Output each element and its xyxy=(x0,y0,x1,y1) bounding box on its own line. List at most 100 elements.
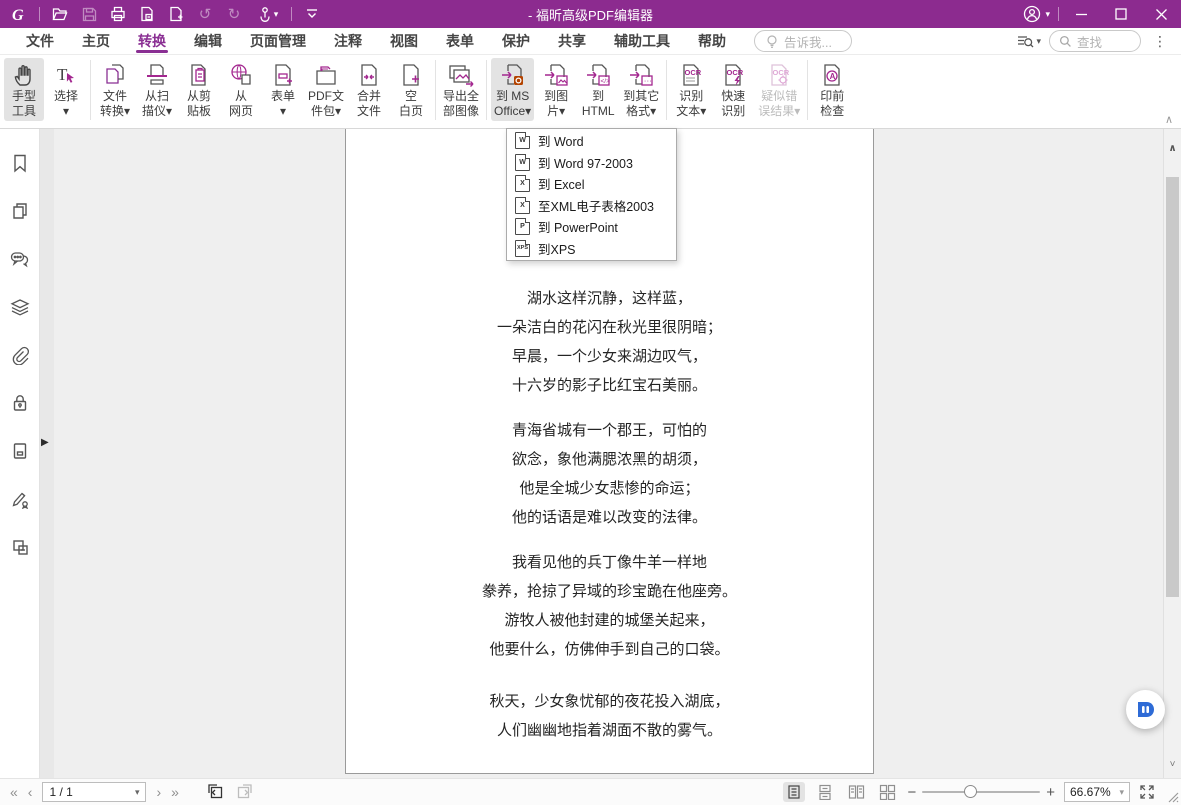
ms-office-icon xyxy=(499,61,527,89)
menu-item-to-powerpoint[interactable]: P 到 PowerPoint xyxy=(507,216,676,238)
tab-share[interactable]: 共享 xyxy=(544,28,600,54)
more-tools-button[interactable]: ⋮ xyxy=(1149,33,1171,50)
print-button[interactable] xyxy=(107,3,129,25)
tab-view[interactable]: 视图 xyxy=(376,28,432,54)
open-file-button[interactable] xyxy=(49,3,71,25)
combine-files-button[interactable]: 合并 文件 xyxy=(349,58,389,121)
zoom-in-button[interactable]: + xyxy=(1046,784,1055,801)
tab-home[interactable]: 主页 xyxy=(68,28,124,54)
file-convert-button[interactable]: 文件 转换▾ xyxy=(95,58,135,121)
customize-toolbar-button[interactable] xyxy=(301,3,323,25)
from-webpage-button[interactable]: 从 网页 xyxy=(221,58,261,121)
divider xyxy=(486,60,487,120)
quick-recognize-button[interactable]: OCR 快速 识别 xyxy=(713,58,753,121)
svg-text:OCR: OCR xyxy=(727,68,744,77)
globe-icon xyxy=(228,61,254,89)
tab-protect[interactable]: 保护 xyxy=(488,28,544,54)
preflight-button[interactable]: A 印前 检查 xyxy=(812,58,852,121)
resize-grip[interactable] xyxy=(1165,789,1179,803)
fullscreen-button[interactable] xyxy=(1139,784,1155,800)
poem-line: 欲念，象他满腮浓黑的胡须， xyxy=(346,446,873,475)
collapse-ribbon-button[interactable]: ∧ xyxy=(1165,113,1173,126)
export-all-images-button[interactable]: 导出全 部图像 xyxy=(440,58,482,121)
previous-view-button[interactable] xyxy=(207,783,225,801)
page-number-input[interactable]: 1 / 1 ▾ xyxy=(42,782,146,802)
scroll-down-arrow[interactable]: ˅ xyxy=(1164,759,1181,770)
layers-panel-button[interactable] xyxy=(7,295,33,319)
to-ms-office-button[interactable]: 到 MS Office▾ xyxy=(491,58,534,121)
tabbar-right-cluster: ▾ 查找 ⋮ xyxy=(1016,30,1181,52)
find-input[interactable]: 查找 xyxy=(1049,30,1141,52)
minimize-button[interactable] xyxy=(1061,0,1101,28)
scrollbar-thumb[interactable] xyxy=(1166,177,1179,597)
tab-organize[interactable]: 页面管理 xyxy=(236,28,320,54)
recognize-text-label: 识别 文本▾ xyxy=(676,89,706,119)
page-number-value: 1 / 1 xyxy=(49,785,72,799)
new-doc-button[interactable] xyxy=(165,3,187,25)
close-button[interactable] xyxy=(1141,0,1181,28)
to-image-button[interactable]: 到图 片▾ xyxy=(536,58,576,121)
to-other-formats-button[interactable]: ··· 到其它 格式▾ xyxy=(620,58,662,121)
form-field-icon xyxy=(10,441,30,461)
tab-form[interactable]: 表单 xyxy=(432,28,488,54)
tab-edit[interactable]: 编辑 xyxy=(180,28,236,54)
recognize-text-button[interactable]: OCR 识别 文本▾ xyxy=(671,58,711,121)
poem-line: 湖水这样沉静，这样蓝， xyxy=(346,285,873,314)
tab-file[interactable]: 文件 xyxy=(12,28,68,54)
comments-panel-button[interactable] xyxy=(7,247,33,271)
blank-page-button[interactable]: 空 白页 xyxy=(391,58,431,121)
touch-mode-button[interactable]: ▾ xyxy=(252,3,282,25)
menu-item-to-word-97-2003[interactable]: W 到 Word 97-2003 xyxy=(507,152,676,174)
ribbon: 手型 工具 T 选择 ▾ 文件 转换▾ 从扫 描仪▾ xyxy=(0,55,1181,129)
menu-item-to-xml-spreadsheet-2003[interactable]: X 至XML电子表格2003 xyxy=(507,195,676,217)
menu-item-to-xps[interactable]: XPS 到XPS xyxy=(507,238,676,260)
tell-me-input[interactable]: 告诉我... xyxy=(754,30,852,52)
next-page-button[interactable]: › xyxy=(156,784,161,800)
find-placeholder: 查找 xyxy=(1077,32,1102,51)
first-page-button[interactable]: « xyxy=(10,784,18,800)
menu-item-to-word[interactable]: W 到 Word xyxy=(507,130,676,152)
last-page-button[interactable]: » xyxy=(171,784,179,800)
bookmarks-panel-button[interactable] xyxy=(7,151,33,175)
facing-view-button[interactable] xyxy=(845,782,867,802)
vertical-scrollbar[interactable]: ∧ ˅ xyxy=(1163,129,1181,778)
continuous-view-button[interactable] xyxy=(814,782,836,802)
pages-panel-button[interactable] xyxy=(7,199,33,223)
menu-item-label: 到 Word xyxy=(538,131,584,150)
security-panel-button[interactable] xyxy=(7,391,33,415)
destinations-panel-button[interactable] xyxy=(7,535,33,559)
maximize-button[interactable] xyxy=(1101,0,1141,28)
single-page-view-button[interactable] xyxy=(783,782,805,802)
facing-continuous-view-button[interactable] xyxy=(876,782,898,802)
tab-help[interactable]: 帮助 xyxy=(684,28,740,54)
ocr-suspects-button: OCR 疑似错 误结果▾ xyxy=(755,58,803,121)
form-button[interactable]: 表单 ▾ xyxy=(263,58,303,121)
tab-comment[interactable]: 注释 xyxy=(320,28,376,54)
doc-properties-button[interactable] xyxy=(136,3,158,25)
fields-panel-button[interactable] xyxy=(7,439,33,463)
previous-page-button[interactable]: ‹ xyxy=(28,784,33,800)
to-html-button[interactable]: </> 到 HTML xyxy=(578,58,618,121)
poem-line: 秋天，少女象忧郁的夜花投入湖底， xyxy=(346,688,873,717)
hand-tool-button[interactable]: 手型 工具 xyxy=(4,58,44,121)
zoom-slider-track[interactable] xyxy=(922,791,1040,793)
signatures-panel-button[interactable] xyxy=(7,487,33,511)
menu-item-to-excel[interactable]: X 到 Excel xyxy=(507,173,676,195)
from-scanner-button[interactable]: 从扫 描仪▾ xyxy=(137,58,177,121)
attachments-panel-button[interactable] xyxy=(7,343,33,367)
poem-line: 他要什么，仿佛伸手到自己的口袋。 xyxy=(346,636,873,665)
advanced-search-button[interactable]: ▾ xyxy=(1016,33,1041,49)
zoom-level-input[interactable]: 66.67% ▾ xyxy=(1064,782,1130,802)
scroll-up-arrow[interactable]: ∧ xyxy=(1164,143,1181,154)
account-button[interactable]: ▾ xyxy=(1016,4,1056,24)
tab-accessibility[interactable]: 辅助工具 xyxy=(600,28,684,54)
zoom-slider-thumb[interactable] xyxy=(964,785,977,798)
from-clipboard-button[interactable]: 从剪 贴板 xyxy=(179,58,219,121)
linked-pages-icon xyxy=(10,537,30,557)
pdf-portfolio-button[interactable]: PDF文 件包▾ xyxy=(305,58,347,121)
expand-panel-handle[interactable]: ▶ xyxy=(41,437,49,448)
select-tool-button[interactable]: T 选择 ▾ xyxy=(46,58,86,121)
zoom-out-button[interactable]: − xyxy=(907,784,916,801)
tab-convert[interactable]: 转换 xyxy=(124,28,180,54)
ai-assistant-button[interactable] xyxy=(1126,690,1165,729)
